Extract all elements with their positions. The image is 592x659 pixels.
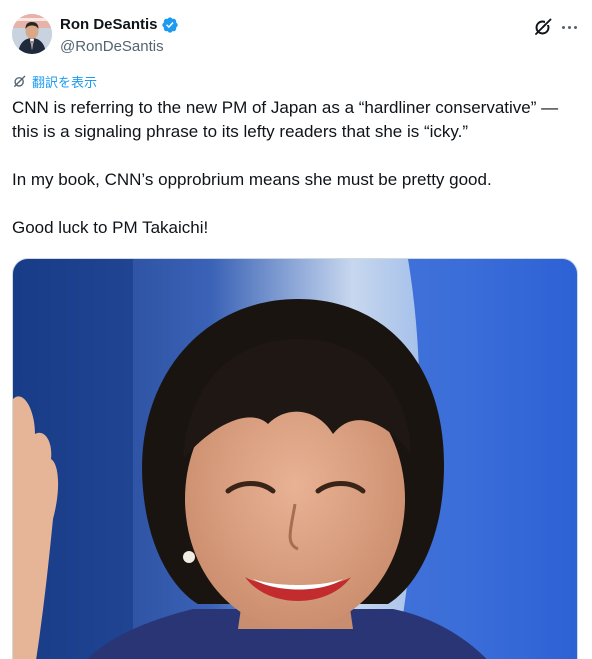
translate-icon: [12, 74, 27, 94]
author-name-row: Ron DeSantis: [60, 15, 179, 35]
more-icon[interactable]: [558, 16, 580, 38]
tweet-card: Ron DeSantis @RonDeSantis 翻訳を表示 CNN is r…: [0, 0, 592, 659]
more-dot: [561, 25, 565, 29]
verified-badge-icon: [161, 16, 179, 34]
avatar[interactable]: [12, 14, 52, 54]
translate-label[interactable]: 翻訳を表示: [32, 75, 97, 93]
tweet-paragraph: Good luck to PM Takaichi!: [12, 218, 209, 237]
translate-link[interactable]: 翻訳を表示: [12, 74, 97, 94]
tweet-paragraph: In my book, CNN’s opprobrium means she m…: [12, 170, 492, 189]
more-dot: [573, 25, 577, 29]
grok-icon[interactable]: [532, 16, 554, 38]
more-dot: [567, 25, 571, 29]
author-display-name[interactable]: Ron DeSantis: [60, 15, 158, 35]
author-handle[interactable]: @RonDeSantis: [60, 37, 164, 57]
tweet-text: CNN is referring to the new PM of Japan …: [12, 96, 580, 240]
tweet-photo[interactable]: [12, 258, 578, 659]
tweet-paragraph: CNN is referring to the new PM of Japan …: [12, 98, 559, 141]
